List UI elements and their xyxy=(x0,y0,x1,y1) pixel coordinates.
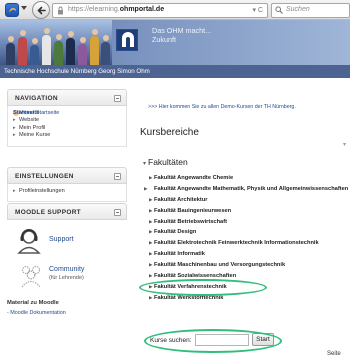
moodle-support-title: MOODLE SUPPORT xyxy=(15,209,81,216)
settings-item-profileinstellungen[interactable]: ▸ Profileinstellungen xyxy=(13,188,121,195)
collapse-all-icon[interactable]: ▾ xyxy=(343,141,346,148)
browser-search-field[interactable]: Suchen xyxy=(271,3,350,18)
page-title: Kursbereiche xyxy=(140,127,199,138)
demo-courses-link[interactable]: >>> Hier kommen Sie zu allen Demo-Kursen… xyxy=(148,104,296,110)
faculty-link[interactable]: ▶ Fakultät Architektur xyxy=(149,196,350,204)
settings-block: EINSTELLUNGEN ▸ Profileinstellungen xyxy=(7,167,127,203)
support-label: Support xyxy=(49,236,74,243)
footer-text: Seite xyxy=(327,351,341,357)
search-icon xyxy=(275,6,283,14)
material-heading: Material zu Moodle xyxy=(7,300,59,306)
community-link[interactable]: Community (für Lehrende) xyxy=(7,262,127,292)
faculty-link[interactable]: ▶ Fakultät Design xyxy=(149,228,350,236)
navigation-block: NAVIGATION Startseite •Meine Startseite … xyxy=(7,89,127,147)
highlight-ellipse-search xyxy=(144,329,282,353)
chevron-down-icon: ▾ xyxy=(143,161,147,167)
faculty-link[interactable]: ▶ Fakultät Bauingenieurwesen xyxy=(149,207,350,215)
navigation-title: NAVIGATION xyxy=(15,95,58,102)
moodle-support-block: MOODLE SUPPORT Support Community (für Le… xyxy=(7,203,127,316)
faculty-link[interactable]: ▶ Fakultät Angewandte Chemie xyxy=(149,174,350,182)
address-bar[interactable]: https://elearning.ohmportal.de ▾ C xyxy=(52,3,268,18)
community-sublabel: (für Lehrende) xyxy=(49,275,84,281)
support-link[interactable]: Support xyxy=(7,226,127,256)
ohm-logo-icon xyxy=(122,32,134,47)
settings-title: EINSTELLUNGEN xyxy=(15,173,74,180)
lock-icon xyxy=(58,6,63,15)
back-button[interactable] xyxy=(32,1,50,19)
search-placeholder: Suchen xyxy=(286,6,310,13)
moodle-documentation-link[interactable]: - Moodle Dokumentation xyxy=(7,310,127,316)
moodle-support-header: MOODLE SUPPORT xyxy=(7,203,127,220)
faculty-link[interactable]: ▶ Fakultät Elektrotechnik Feinwerktechnik… xyxy=(149,239,350,247)
faculty-link[interactable]: ▶ Fakultät Informatik xyxy=(149,250,350,258)
firefox-logo-icon xyxy=(9,8,16,13)
highlight-ellipse-faculty xyxy=(139,279,267,296)
institution-bar: Technische Hochschule Nürnberg Georg Sim… xyxy=(0,65,350,78)
settings-block-header: EINSTELLUNGEN xyxy=(7,167,127,184)
site-tagline: Das OHM macht... Zukunft xyxy=(152,26,212,44)
support-headset-icon xyxy=(17,229,41,254)
navigation-block-header: NAVIGATION xyxy=(7,89,127,106)
institution-name: Technische Hochschule Nürnberg Georg Sim… xyxy=(4,68,150,75)
faculty-link[interactable]: ▶ Fakultät Angewandte Mathematik, Physik … xyxy=(144,185,349,193)
nav-item-website[interactable]: ▸ Website xyxy=(13,117,121,124)
dock-block-icon[interactable] xyxy=(114,95,121,102)
reload-button[interactable]: ▾ C xyxy=(252,6,263,14)
nav-item-startseite[interactable]: Startseite xyxy=(13,110,39,116)
back-arrow-icon xyxy=(37,6,46,15)
category-faculties[interactable]: ▾ Fakultäten xyxy=(143,157,188,167)
faculty-link[interactable]: ▶ Fakultät Betriebswirtschaft xyxy=(149,218,350,226)
dock-block-icon[interactable] xyxy=(114,209,121,216)
url-text: https://elearning.ohmportal.de xyxy=(68,6,165,13)
faculty-link[interactable]: ▶ Fakultät Maschinenbau und Versorgungste… xyxy=(149,261,350,269)
ohm-logo[interactable] xyxy=(116,29,138,51)
browser-toolbar: https://elearning.ohmportal.de ▾ C Suche… xyxy=(0,0,350,20)
firefox-menu-button[interactable] xyxy=(5,3,19,17)
firefox-menu-dropdown-icon[interactable] xyxy=(21,6,27,10)
site-banner: Das OHM macht... Zukunft xyxy=(0,20,350,65)
banner-photo xyxy=(0,20,112,65)
url-domain: ohmportal.de xyxy=(119,6,165,13)
community-label: Community (für Lehrende) xyxy=(49,266,85,281)
nav-item-meine-kurse[interactable]: ▸ Meine Kurse xyxy=(13,132,121,139)
nav-item-mein-profil[interactable]: ▸ Mein Profil xyxy=(13,125,121,132)
community-people-icon xyxy=(21,265,41,288)
dock-block-icon[interactable] xyxy=(114,173,121,180)
